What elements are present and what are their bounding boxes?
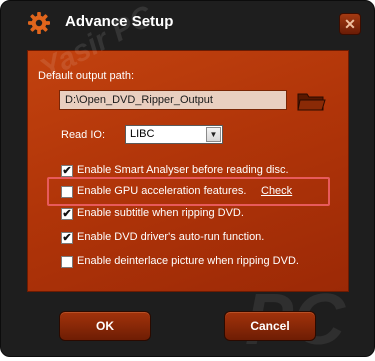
read-io-value: LIBC	[130, 128, 155, 140]
option-label: Enable Smart Analyser before reading dis…	[77, 164, 289, 176]
output-path-label: Default output path:	[38, 70, 135, 82]
gpu-acceleration-checkbox[interactable]	[61, 186, 73, 198]
option-label: Enable subtitle when ripping DVD.	[77, 207, 244, 219]
close-icon: ✕	[344, 15, 356, 32]
chevron-down-icon[interactable]: ▼	[206, 127, 221, 142]
cancel-button[interactable]: Cancel	[224, 311, 316, 341]
folder-icon[interactable]	[296, 89, 326, 113]
smart-analyser-checkbox[interactable]: ✔	[61, 165, 73, 177]
gear-icon	[28, 12, 50, 34]
option-label: Enable GPU acceleration features.	[77, 185, 247, 197]
read-io-label: Read IO:	[61, 129, 106, 141]
gpu-check-link[interactable]: Check	[261, 185, 292, 197]
close-button[interactable]: ✕	[339, 13, 361, 35]
deinterlace-checkbox[interactable]	[61, 256, 73, 268]
option-label: Enable DVD driver's auto-run function.	[77, 231, 265, 243]
read-io-select[interactable]: LIBC ▼	[125, 125, 223, 144]
dialog-title: Advance Setup	[65, 13, 174, 30]
advance-setup-dialog: Advance Setup ✕ Yasir PC PC Default outp…	[0, 0, 375, 360]
option-label: Enable deinterlace picture when ripping …	[77, 255, 299, 267]
output-path-field[interactable]: D:\Open_DVD_Ripper_Output	[59, 90, 287, 110]
title-bar[interactable]: Advance Setup ✕	[1, 1, 375, 45]
auto-run-checkbox[interactable]: ✔	[61, 232, 73, 244]
subtitle-checkbox[interactable]: ✔	[61, 208, 73, 220]
ok-button[interactable]: OK	[59, 311, 151, 341]
